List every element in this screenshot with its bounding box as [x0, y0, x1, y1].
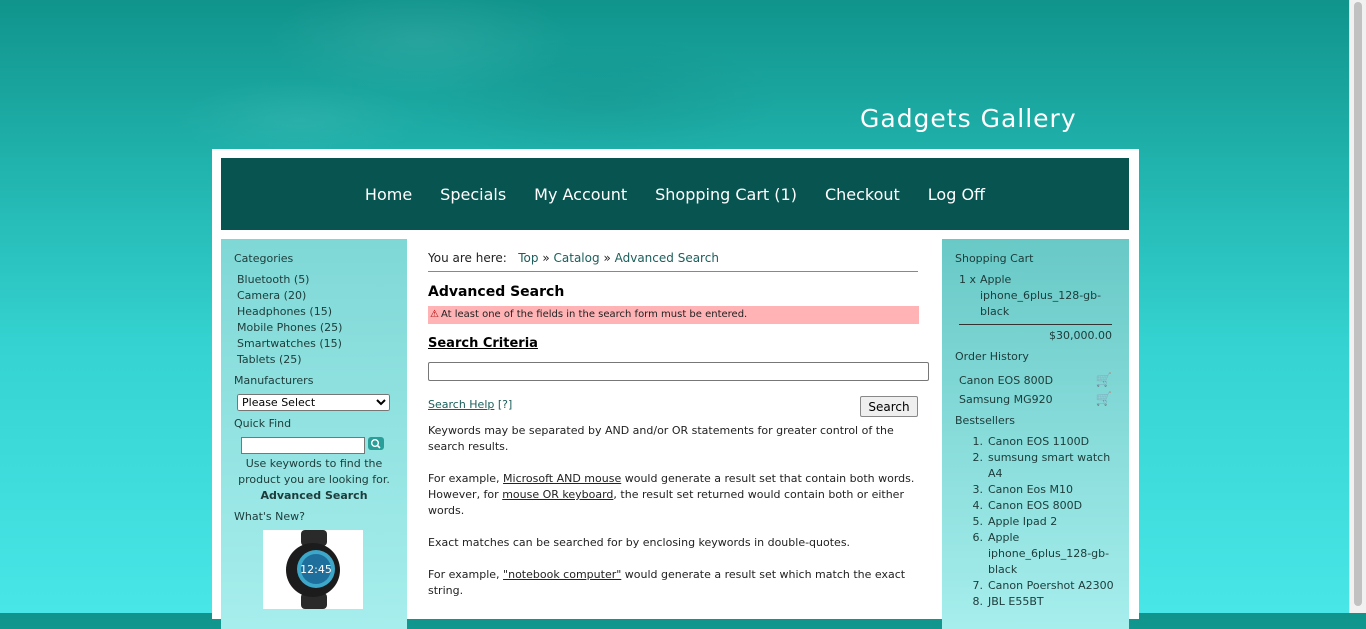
bestseller-link[interactable]: Canon Eos M10 [988, 482, 1073, 498]
bestseller-link[interactable]: Canon EOS 800D [988, 498, 1082, 514]
category-bluetooth[interactable]: Bluetooth (5) [237, 272, 342, 288]
whats-new-title: What's New? [234, 510, 305, 523]
right-sidebar: Shopping Cart 1 x Apple iphone_6plus_128… [942, 239, 1129, 629]
quickfind-help: Use keywords to find the product you are… [238, 457, 390, 486]
site-title: Gadgets Gallery [860, 104, 1077, 133]
whats-new-product-image[interactable]: 12:45 [263, 530, 363, 609]
list-item: Samsung MG920 🛒 [959, 390, 1112, 409]
quickfind-title: Quick Find [234, 417, 292, 430]
example-and-link: Microsoft AND mouse [503, 472, 622, 485]
cart-title: Shopping Cart [955, 252, 1034, 265]
header-background [0, 0, 1350, 150]
category-camera[interactable]: Camera (20) [237, 288, 342, 304]
watch-time-text: 12:45 [300, 563, 332, 576]
breadcrumb: You are here: Top » Catalog » Advanced S… [428, 251, 719, 265]
cart-divider [959, 324, 1112, 325]
bestsellers-title: Bestsellers [955, 414, 1015, 427]
left-sidebar: Categories Bluetooth (5) Camera (20) Hea… [221, 239, 407, 629]
quickfind-search-icon[interactable] [368, 437, 384, 450]
bestseller-item: 4. Canon EOS 800D [972, 498, 1083, 514]
bestseller-link[interactable]: Canon Poershot A2300 [988, 578, 1114, 594]
keywords-input[interactable] [428, 362, 929, 381]
order-history-item[interactable]: Samsung MG920 [959, 393, 1053, 406]
manufacturer-select[interactable]: Please Select [237, 394, 390, 411]
cart-add-icon[interactable]: 🛒 [1096, 373, 1112, 388]
nav-specials[interactable]: Specials [440, 185, 506, 204]
example-or-link: mouse OR keyboard [502, 488, 614, 501]
bestseller-item: 7. Canon Poershot A2300 [972, 578, 1114, 594]
breadcrumb-advanced-search[interactable]: Advanced Search [615, 251, 719, 265]
search-button[interactable]: Search [860, 396, 918, 417]
page-title: Advanced Search [428, 284, 565, 300]
categories-title: Categories [234, 252, 294, 265]
help-paragraph-4: For example, "notebook computer" would g… [428, 567, 918, 599]
bestseller-link[interactable]: Apple iphone_6plus_128-gb-black [988, 530, 1115, 578]
nav-my-account[interactable]: My Account [534, 185, 627, 204]
search-criteria-title: Search Criteria [428, 336, 538, 351]
search-help-q[interactable]: [?] [498, 398, 512, 411]
category-smartwatches[interactable]: Smartwatches (15) [237, 336, 342, 352]
breadcrumb-sep: » [542, 251, 550, 265]
cart-item: 1 x Apple iphone_6plus_128-gb-black [959, 272, 1119, 320]
help-paragraph-1: Keywords may be separated by AND and/or … [428, 424, 894, 453]
search-help: Search Help [?] [428, 398, 512, 411]
breadcrumb-sep: » [603, 251, 611, 265]
cart-qty: 1 x [959, 273, 977, 286]
breadcrumb-catalog[interactable]: Catalog [554, 251, 600, 265]
warning-icon: ⚠ [430, 309, 439, 320]
cart-item-link[interactable]: Apple iphone_6plus_128-gb-black [980, 272, 1110, 320]
advanced-search-link[interactable]: Advanced Search [231, 489, 397, 502]
help-paragraph-2: For example, Microsoft AND mouse would g… [428, 471, 918, 519]
error-text: At least one of the fields in the search… [440, 309, 748, 320]
categories-list: Bluetooth (5) Camera (20) Headphones (15… [237, 272, 342, 368]
nav-home[interactable]: Home [365, 185, 412, 204]
p4-pre: For example, [428, 568, 504, 581]
order-history-list: Canon EOS 800D 🛒 Samsung MG920 🛒 [959, 371, 1112, 409]
cart-total: $30,000.00 [1049, 329, 1112, 342]
category-headphones[interactable]: Headphones (15) [237, 304, 342, 320]
quickfind-input[interactable] [241, 437, 365, 454]
nav-log-off[interactable]: Log Off [928, 185, 985, 204]
list-item: Canon EOS 800D 🛒 [959, 371, 1112, 390]
bestseller-item: 8. JBL E55BT [972, 594, 1044, 610]
search-help-link[interactable]: Search Help [428, 398, 494, 411]
nav-shopping-cart[interactable]: Shopping Cart (1) [655, 185, 797, 204]
category-mobile-phones[interactable]: Mobile Phones (25) [237, 320, 342, 336]
error-message: ⚠ At least one of the fields in the searc… [428, 306, 919, 324]
example-phrase: "notebook computer" [503, 568, 622, 581]
bestseller-item: 6. Apple iphone_6plus_128-gb-black [955, 530, 1115, 578]
nav-checkout[interactable]: Checkout [825, 185, 900, 204]
bestseller-link[interactable]: Apple Ipad 2 [988, 514, 1057, 530]
bestseller-link[interactable]: JBL E55BT [988, 594, 1044, 610]
p2-pre: For example, [428, 472, 504, 485]
manufacturers-title: Manufacturers [234, 374, 314, 387]
main-content: You are here: Top » Catalog » Advanced S… [428, 239, 929, 619]
bestseller-item: 5. Apple Ipad 2 [972, 514, 1058, 530]
bestseller-link[interactable]: Canon EOS 1100D [988, 434, 1089, 450]
main-nav: Home Specials My Account Shopping Cart (… [221, 158, 1129, 230]
bestseller-item: 2. sumsung smart watch A4 [955, 450, 1115, 482]
bestseller-link[interactable]: sumsung smart watch A4 [988, 450, 1115, 482]
cart-add-icon[interactable]: 🛒 [1096, 392, 1112, 407]
order-history-title: Order History [955, 350, 1029, 363]
bestseller-item: 1. Canon EOS 1100D [972, 434, 1090, 450]
breadcrumb-label: You are here: [428, 251, 507, 265]
divider [428, 271, 918, 272]
breadcrumb-top[interactable]: Top [518, 251, 538, 265]
category-tablets[interactable]: Tablets (25) [237, 352, 342, 368]
page-scrollbar[interactable] [1349, 0, 1366, 613]
bestsellers-list: 1. Canon EOS 1100D 2. sumsung smart watch … [955, 434, 1115, 610]
help-paragraph-3: Exact matches can be searched for by enc… [428, 536, 851, 549]
bestseller-item: 3. Canon Eos M10 [972, 482, 1074, 498]
scrollbar-thumb[interactable] [1354, 2, 1362, 606]
order-history-item[interactable]: Canon EOS 800D [959, 374, 1053, 387]
page-wrapper: Home Specials My Account Shopping Cart (… [212, 149, 1139, 629]
